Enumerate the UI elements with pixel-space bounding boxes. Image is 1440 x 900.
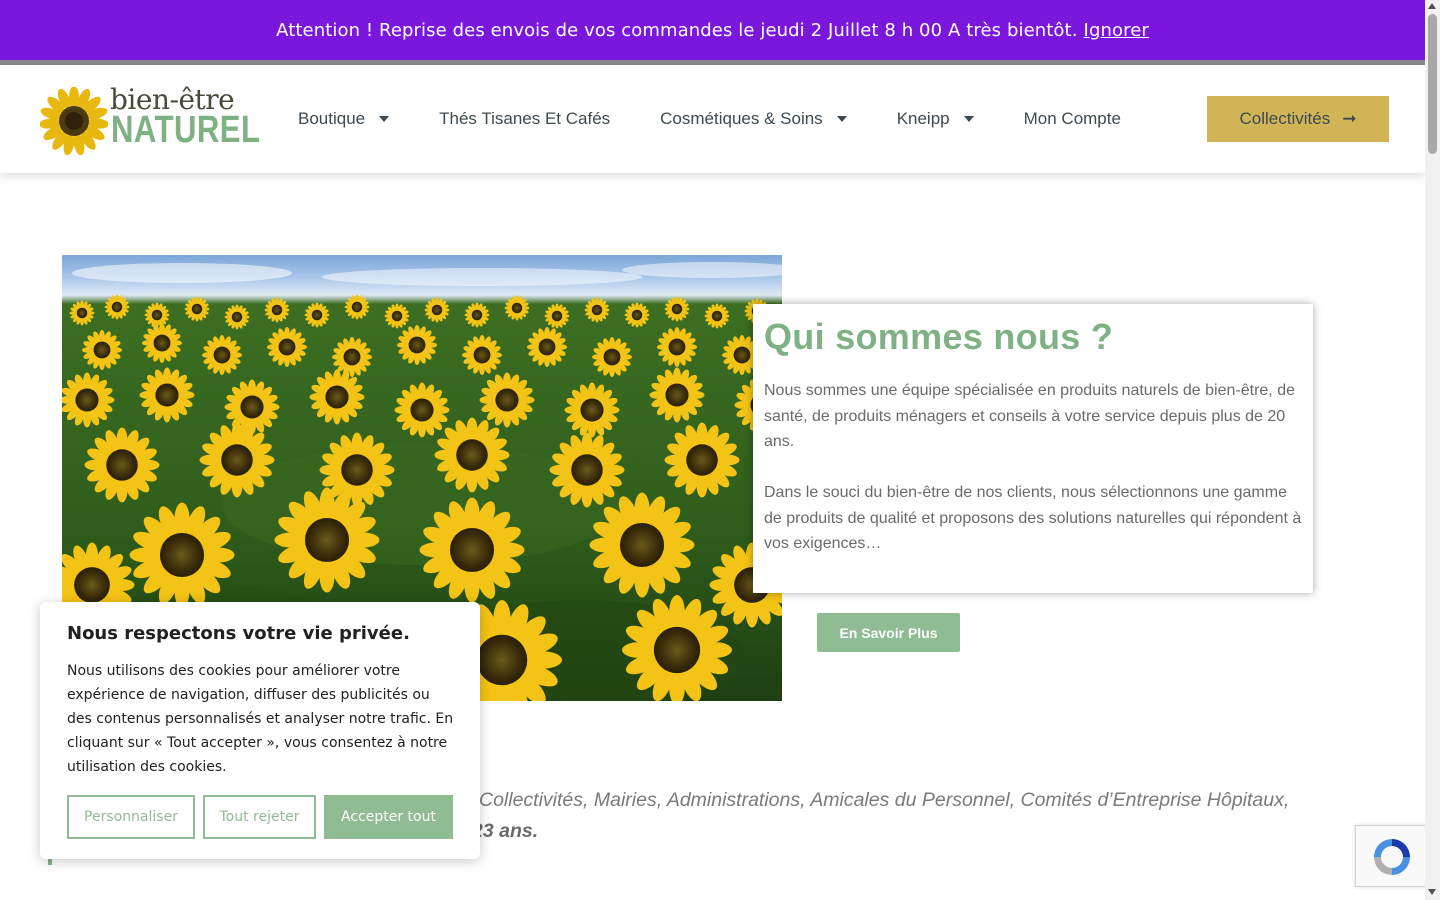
- announcement-dismiss-link[interactable]: Ignorer: [1084, 20, 1149, 41]
- scrollbar-thumb[interactable]: [1428, 14, 1437, 154]
- nav-item-cosmetiques-soins[interactable]: Cosmétiques & Soins: [660, 109, 847, 129]
- cookie-body: Nous utilisons des cookies pour améliore…: [67, 663, 454, 775]
- learn-more-button[interactable]: En Savoir Plus: [817, 613, 960, 652]
- scroll-down-icon[interactable]: [1428, 889, 1436, 895]
- recaptcha-icon: [1374, 839, 1410, 875]
- about-paragraph-1: Nous sommes une équipe spécialisée en pr…: [764, 382, 1295, 450]
- nav-item-label: Mon Compte: [1023, 109, 1121, 128]
- nav-item-label: Kneipp: [896, 109, 950, 128]
- collectivites-button-label: Collectivités: [1239, 109, 1331, 128]
- sunflower-icon: [40, 87, 108, 155]
- recaptcha-badge[interactable]: [1355, 825, 1427, 887]
- nav-item-label: Cosmétiques & Soins: [660, 109, 823, 128]
- site-header: bien-être NATUREL Boutique Thés Tisanes …: [0, 65, 1425, 173]
- intro-text-line2: 23 ans.: [472, 820, 539, 842]
- site-logo[interactable]: bien-être NATUREL: [40, 83, 260, 155]
- nav-item-label: Boutique: [298, 109, 366, 128]
- nav-item-boutique[interactable]: Boutique: [298, 109, 390, 129]
- nav-item-kneipp[interactable]: Kneipp: [897, 109, 974, 129]
- cookie-title: Nous respectons votre vie privée.: [67, 623, 410, 644]
- nav-item-label: Thés Tisanes Et Cafés: [439, 109, 611, 128]
- cookie-reject-button[interactable]: Tout rejeter: [203, 795, 316, 839]
- cookie-consent-dialog: Nous respectons votre vie privée. Nous u…: [40, 602, 480, 859]
- chevron-down-icon: [836, 116, 847, 122]
- about-card: Qui sommes nous ? Nous sommes une équipe…: [753, 304, 1313, 593]
- scroll-up-icon[interactable]: [1428, 3, 1436, 9]
- chevron-down-icon: [379, 116, 390, 122]
- announcement-text: Attention ! Reprise des envois de vos co…: [276, 19, 1078, 41]
- collectivites-button[interactable]: Collectivités ➞: [1207, 96, 1389, 142]
- logo-text-line2: NATUREL: [111, 109, 261, 151]
- cookie-customize-button[interactable]: Personnaliser: [67, 795, 195, 839]
- nav-item-thes-tisanes-cafes[interactable]: Thés Tisanes Et Cafés: [439, 109, 610, 129]
- nav-item-mon-compte[interactable]: Mon Compte: [1024, 109, 1121, 129]
- chevron-down-icon: [963, 116, 974, 122]
- page-scrollbar[interactable]: [1425, 0, 1440, 900]
- cookie-accept-button[interactable]: Accepter tout: [324, 795, 453, 839]
- arrow-right-icon: ➞: [1342, 109, 1357, 128]
- main-nav: Boutique Thés Tisanes Et Cafés Cosmétiqu…: [298, 65, 1121, 173]
- announcement-bar: Attention ! Reprise des envois de vos co…: [0, 0, 1425, 60]
- about-title: Qui sommes nous ?: [764, 316, 1114, 357]
- about-paragraph-2: Dans le souci du bien-être de nos client…: [764, 484, 1302, 552]
